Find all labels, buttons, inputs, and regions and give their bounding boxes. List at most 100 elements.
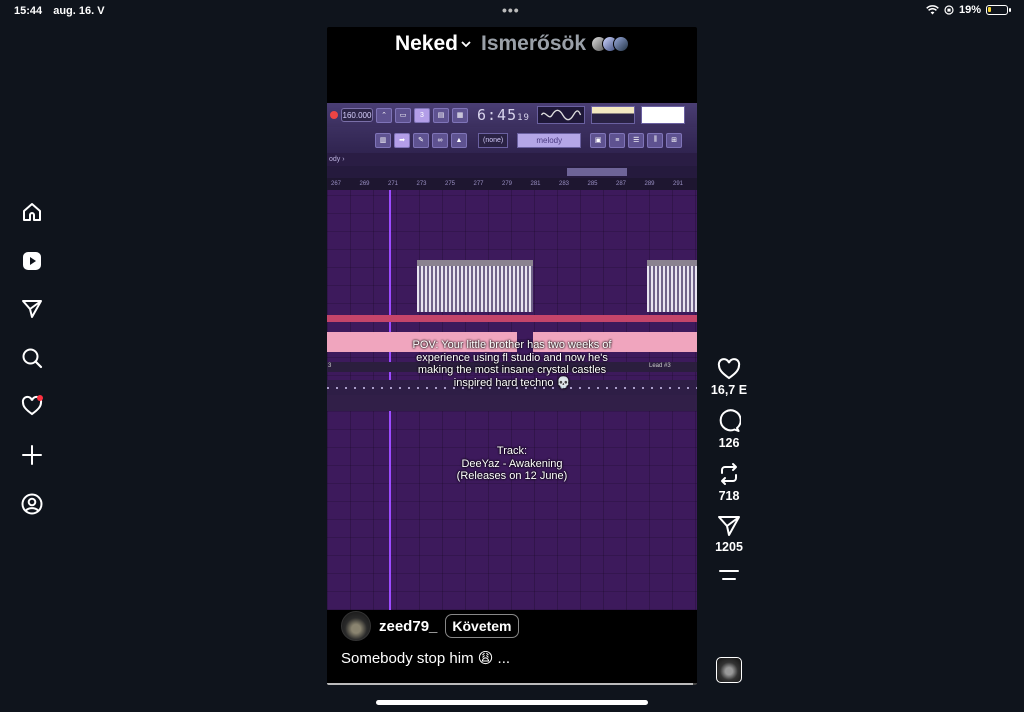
track-info-line2: DeeYaz - Awakening — [461, 457, 563, 470]
piano-icon: ▥ — [375, 132, 391, 148]
feed-tabs: Neked Ismerősök — [327, 32, 697, 56]
audio-clip — [417, 260, 533, 312]
author-username[interactable]: zeed79_ — [379, 618, 437, 635]
ruler-tick-label: 269 — [359, 181, 370, 187]
status-time: 15:44 — [14, 5, 43, 17]
more-lines-icon — [719, 570, 739, 580]
video-progress-fill — [327, 683, 694, 685]
red-clip-strip — [327, 315, 697, 322]
battery-icon — [986, 5, 1011, 15]
list-icon: ☰ — [628, 132, 645, 148]
song-time: 6:4519 — [477, 106, 530, 124]
wait-icon: ▭ — [395, 107, 411, 123]
repost-icon — [721, 463, 737, 485]
more-button[interactable] — [706, 568, 752, 582]
daw-tool-bar: ▥ ➡ ✎ ∞ ▲ (none) melody ▣ ≡ ☰ ⫼ ⊞ — [327, 127, 697, 153]
battery-level — [988, 7, 992, 12]
monitor-graph — [640, 106, 685, 124]
ruler-tick-label: 271 — [388, 181, 399, 187]
video-progress[interactable] — [327, 683, 697, 685]
repost-count: 718 — [718, 489, 740, 503]
follow-button[interactable]: Követem — [445, 614, 519, 638]
audio-thumbnail[interactable] — [716, 657, 742, 683]
ruler-tick-label: 285 — [587, 181, 598, 187]
sidebar-nav — [14, 194, 50, 534]
author-row: zeed79_ Követem — [341, 611, 519, 641]
pattern-melody-dropdown: melody — [517, 132, 582, 148]
arrow-tool-icon: ➡ — [394, 132, 410, 148]
tab-for-you-label: Neked — [394, 32, 458, 55]
action-column: 16,7 E 126 718 1205 — [706, 358, 752, 582]
tab-for-you[interactable]: Neked — [395, 32, 471, 56]
ruler-tick-label: 283 — [559, 181, 570, 187]
status-right: 19% — [926, 4, 1011, 16]
song-time-frac: 19 — [517, 113, 530, 123]
author-avatar[interactable] — [341, 611, 371, 641]
daw-scrollbar — [327, 166, 697, 178]
orientation-lock-icon — [944, 5, 954, 15]
repost-button[interactable]: 718 — [706, 462, 752, 503]
ruler-tick-label: 277 — [473, 181, 484, 187]
paper-plane-icon — [718, 516, 740, 536]
share-count: 1205 — [715, 540, 743, 554]
daw-breadcrumb: ody › — [327, 153, 697, 166]
comment-button[interactable]: 126 — [706, 409, 752, 450]
pattern-none-dropdown: (none) — [478, 132, 509, 148]
ruler-tick-label: 287 — [616, 181, 627, 187]
nav-home[interactable] — [14, 194, 50, 230]
audio-clip — [647, 260, 697, 312]
nav-messages[interactable] — [14, 291, 50, 327]
heart-icon — [717, 358, 741, 380]
status-date: aug. 16. V — [53, 5, 105, 17]
countdown-icon: 3 — [414, 107, 430, 123]
record-icon — [330, 111, 338, 119]
tab-friends-label: Ismerősök — [480, 32, 587, 55]
post-caption[interactable]: Somebody stop him 😩 ... — [341, 649, 510, 667]
profile-icon — [21, 493, 43, 515]
friend-avatar — [613, 36, 630, 52]
tab-friends[interactable]: Ismerősök — [480, 32, 630, 56]
ruler-tick-label: 291 — [673, 181, 684, 187]
home-icon — [23, 203, 41, 221]
battery-percent: 19% — [958, 4, 981, 16]
stamp-icon: ▲ — [451, 132, 467, 148]
status-bar: 15:44 aug. 16. V ••• 19% — [0, 0, 1024, 22]
cpu-meter — [590, 106, 635, 124]
share-button[interactable]: 1205 — [706, 515, 752, 554]
metronome-icon: ⌃ — [376, 107, 392, 123]
video-caption: POV: Your little brother has two weeks o… — [412, 339, 612, 389]
ruler-tick-label: 273 — [416, 181, 427, 187]
search-icon — [22, 348, 43, 368]
daw-playlist-grid: 3 Lead #3 — [327, 190, 697, 610]
home-indicator[interactable] — [376, 700, 648, 705]
tempo-tool-icon: ≡ — [609, 132, 626, 148]
like-button[interactable]: 16,7 E — [706, 358, 752, 397]
reels-icon — [23, 251, 41, 270]
snapshot-icon: ▣ — [590, 132, 607, 148]
comment-icon — [719, 409, 741, 432]
daw-scroll-thumb — [567, 168, 627, 176]
multitask-dots[interactable]: ••• — [502, 2, 520, 18]
tree-icon: ⊞ — [666, 132, 683, 148]
blend-icon: ▦ — [452, 107, 468, 123]
track-band — [327, 395, 697, 411]
ruler-tick-label: 281 — [530, 181, 541, 187]
nav-create[interactable] — [14, 437, 50, 473]
paper-plane-icon — [22, 300, 42, 319]
tempo-display: 160.000 — [341, 108, 373, 122]
nav-search[interactable] — [14, 340, 50, 376]
link-icon: ∞ — [432, 132, 448, 148]
wifi-icon — [926, 5, 939, 15]
mixer-icon: ⫼ — [647, 132, 664, 148]
nav-notifications[interactable] — [14, 388, 50, 424]
track-info-line1: Track: — [496, 445, 528, 457]
video-player[interactable]: Neked Ismerősök 160.000 ⌃ ▭ 3 ▤ ▦ 6:4519 — [327, 27, 697, 685]
nav-reels[interactable] — [14, 243, 50, 279]
ruler-tick-label: 275 — [445, 181, 456, 187]
brush-tool-icon: ✎ — [413, 132, 429, 148]
nav-profile[interactable] — [14, 486, 50, 522]
step-edit-icon: ▤ — [433, 107, 449, 123]
comment-count: 126 — [718, 436, 740, 450]
oscilloscope-icon — [536, 106, 585, 124]
ruler-tick-label: 279 — [502, 181, 513, 187]
